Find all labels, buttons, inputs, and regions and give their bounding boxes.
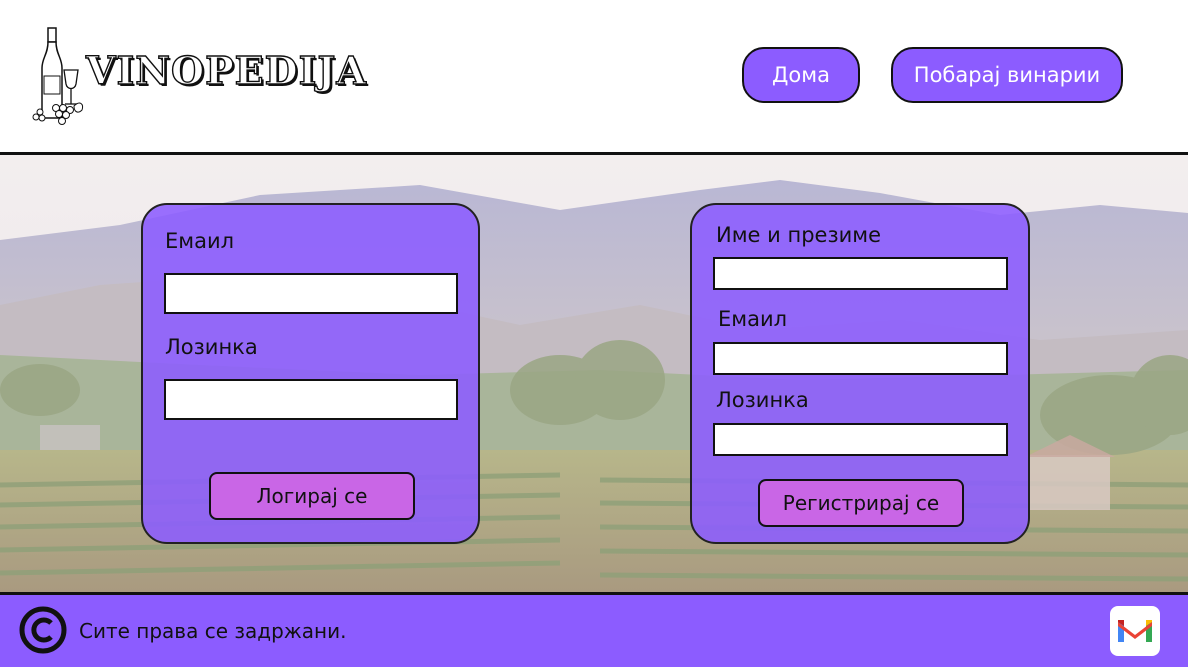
gmail-icon[interactable] [1110, 606, 1160, 656]
login-password-input[interactable] [164, 379, 458, 420]
home-button[interactable]: Дома [742, 47, 860, 103]
register-email-label: Емаил [718, 307, 788, 331]
register-email-input[interactable] [713, 342, 1008, 375]
register-name-input[interactable] [713, 257, 1008, 290]
wine-bottle-logo-icon [32, 27, 83, 125]
register-password-label: Лозинка [716, 388, 809, 412]
copyright-icon [19, 606, 67, 654]
login-button[interactable]: Логирај се [209, 472, 415, 520]
register-button[interactable]: Регистрирај се [758, 479, 964, 527]
register-name-label: Име и презиме [716, 223, 882, 247]
login-password-label: Лозинка [165, 335, 258, 359]
search-wineries-button[interactable]: Побарај винарии [891, 47, 1123, 103]
brand-title: VINOPEDIJA [85, 47, 367, 93]
login-email-label: Емаил [165, 229, 235, 253]
header: VINOPEDIJA Дома Побарај винарии [0, 0, 1188, 155]
copyright-text: Сите права се задржани. [79, 619, 347, 643]
logo[interactable]: VINOPEDIJA [30, 26, 390, 126]
login-card: Емаил Лозинка Логирај се [141, 203, 480, 544]
register-password-input[interactable] [713, 423, 1008, 456]
footer: Сите права се задржани. [0, 592, 1188, 667]
register-card: Име и презиме Емаил Лозинка Регистрирај … [690, 203, 1030, 544]
login-email-input[interactable] [164, 273, 458, 314]
